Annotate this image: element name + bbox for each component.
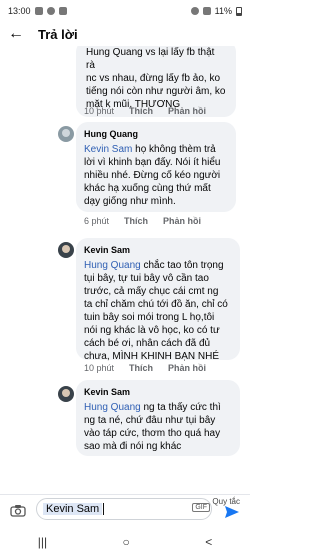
comment-line: ta chỉ chăm chú tới đồ ăn, chỉ có	[84, 299, 228, 310]
comment-line: họ không thèm trả	[132, 144, 216, 155]
wifi-icon	[190, 7, 199, 15]
home-button[interactable]: ○	[123, 535, 130, 549]
battery-percent: 11%	[214, 6, 232, 16]
comment-line: Hung Quang vs lại lấy fb thật rà	[86, 47, 215, 71]
avatar[interactable]	[58, 242, 74, 258]
comment-line: vào táp cức, thơm tho quá hay	[84, 428, 221, 439]
comment-line: cách bé ơi, nhân cách đã đủ	[84, 338, 211, 349]
comment-actions: 10 phút Thích Phản hồi	[84, 106, 206, 116]
comment-text: Hung Quang vs lại lấy fb thật rà nc vs n…	[86, 46, 226, 111]
comment-line: tụi bây, tự tui bây vô cần tao	[84, 273, 209, 284]
battery-icon	[236, 6, 242, 16]
comment-line: khác hạ xuống cùng thứ mất	[84, 183, 211, 194]
comment-line: chưa, MÌNH KHINH BẠN NHÉ	[84, 351, 220, 362]
comment-actions: 10 phút Thích Phản hồi	[84, 363, 206, 373]
comment-line: ng ta né, chứ đâu như tụi bây	[84, 415, 216, 426]
avatar[interactable]	[58, 126, 74, 142]
system-nav-bar: ||| ○ <	[0, 528, 250, 556]
mention-chip[interactable]: Kevin Sam	[43, 503, 103, 515]
comment-line: lời vì khinh bạn đấy. Nói ít hiểu	[84, 157, 221, 168]
comment-author[interactable]: Kevin Sam	[84, 386, 232, 399]
reply-button[interactable]: Phản hồi	[168, 106, 206, 116]
send-icon[interactable]	[224, 504, 240, 520]
comment-author[interactable]: Kevin Sam	[84, 244, 232, 257]
reply-button[interactable]: Phản hồi	[168, 363, 206, 373]
mention-tag[interactable]: Hung Quang	[84, 260, 141, 271]
back-arrow-icon[interactable]: ←	[8, 26, 24, 42]
reply-button[interactable]: Phản hồi	[163, 216, 201, 226]
recents-button[interactable]: |||	[38, 535, 47, 549]
page-title: Trả lời	[38, 26, 78, 42]
mention-tag[interactable]: Kevin Sam	[84, 144, 132, 155]
app-icon	[58, 7, 67, 15]
comment-line: nhiều nhé. Đừng cố kéo người	[84, 170, 221, 181]
comment-time: 6 phút	[84, 216, 110, 226]
status-bar: 13:00 11%	[0, 0, 250, 22]
comment-time: 10 phút	[84, 363, 115, 373]
comment-actions: 6 phút Thích Phản hồi	[84, 216, 201, 226]
comment-line: tuin bây soi mói trong L họ,tôi	[84, 312, 215, 323]
comment-bubble: Kevin Sam Hung Quang ng ta thấy cức thì …	[76, 380, 240, 456]
comment-line: trước, cả mấy chục cái cmt ng	[84, 286, 219, 297]
message-icon	[34, 7, 43, 15]
comment-time: 10 phút	[84, 106, 115, 116]
like-button[interactable]: Thích	[124, 216, 148, 226]
back-button[interactable]: <	[205, 535, 212, 549]
comment-line: nc vs nhau, đừng lấy fb ảo, ko	[86, 73, 220, 84]
comment-text: Kevin Sam họ không thèm trả lời vì khinh…	[84, 143, 228, 208]
header: ← Trả lời	[0, 22, 250, 46]
gif-button[interactable]: GIF	[192, 503, 210, 512]
status-time: 13:00	[8, 6, 31, 16]
comment-line: tiếng nói còn như người âm, ko	[86, 86, 226, 97]
text-cursor	[103, 503, 105, 515]
comment-line: nói ng khác là vô học, ko có tư	[84, 325, 220, 336]
comment-line: chắc tao tôn trọng	[140, 260, 224, 271]
comment-line: dạy giống như mình.	[84, 196, 176, 207]
like-button[interactable]: Thích	[129, 106, 153, 116]
reply-input[interactable]: Kevin Sam	[36, 498, 212, 520]
comment-line: sao mà đi nói ng khác	[84, 441, 182, 452]
like-button[interactable]: Thích	[129, 363, 153, 373]
comment-text: Hung Quang chắc tao tôn trọng tụi bây, t…	[84, 259, 232, 363]
comment-bubble: Hung Quang Kevin Sam họ không thèm trả l…	[76, 122, 236, 212]
comment-line: ng ta thấy cức thì	[140, 402, 221, 413]
comment-bubble: Kevin Sam Hung Quang chắc tao tôn trọng …	[76, 238, 240, 363]
comment-thread[interactable]: Hung Quang vs lại lấy fb thật rà nc vs n…	[0, 46, 250, 494]
signal-icon	[202, 7, 211, 15]
comment-text: Hung Quang ng ta thấy cức thì ng ta né, …	[84, 401, 232, 453]
avatar[interactable]	[58, 386, 74, 402]
comment-author[interactable]: Hung Quang	[84, 128, 228, 141]
notification-icon	[46, 7, 55, 15]
reply-composer: Quy tắc Kevin Sam GIF	[0, 494, 250, 528]
mention-tag[interactable]: Hung Quang	[84, 402, 141, 413]
camera-icon[interactable]	[10, 504, 26, 517]
